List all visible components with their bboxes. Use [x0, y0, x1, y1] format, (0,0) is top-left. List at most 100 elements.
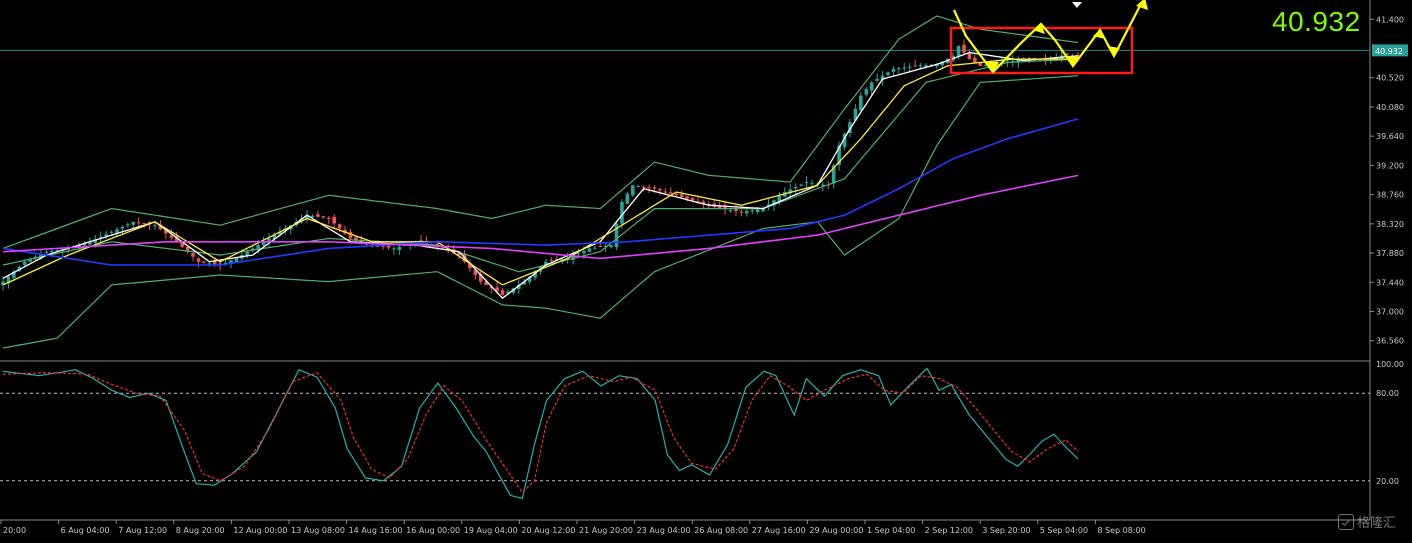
- time-tick-label: 19 Aug 04:00: [464, 526, 518, 535]
- time-tick-label: 12 Aug 00:00: [233, 526, 287, 535]
- candle-body: [126, 224, 130, 226]
- price-tick-label: 40.080: [1376, 103, 1404, 112]
- candle-body: [745, 211, 749, 214]
- candle-body: [44, 251, 49, 253]
- candle-body: [647, 187, 651, 189]
- time-tick-label: 23 Aug 04:00: [637, 526, 691, 535]
- time-tick-label: 13 Aug 08:00: [291, 526, 345, 535]
- candle-body: [793, 186, 798, 189]
- candle-body: [587, 248, 592, 252]
- time-tick-label: 1 Sep 04:00: [867, 526, 915, 535]
- time-tick-label: 20:00: [3, 526, 26, 535]
- time-tick-label: 7 Aug 12:00: [118, 526, 167, 535]
- price-tick-label: 38.320: [1376, 220, 1404, 229]
- price-tick-label: 37.000: [1376, 308, 1404, 317]
- time-tick-label: 14 Aug 16:00: [349, 526, 403, 535]
- price-tick-label: 36.560: [1376, 337, 1404, 346]
- candle-body: [641, 186, 646, 188]
- candle-body: [810, 182, 814, 184]
- chart-root: 41.400 40.932 40.520 40.080 39.640 39.200 38.7…: [0, 0, 1412, 539]
- candle-body: [50, 250, 54, 252]
- price-tick-label: 38.760: [1376, 191, 1404, 200]
- candle-body: [869, 82, 874, 91]
- candle-body: [679, 194, 684, 197]
- time-tick-label: 5 Sep 04:00: [1040, 526, 1088, 535]
- indicator-line-ma-fast: [2, 51, 1079, 300]
- candle-body: [973, 57, 977, 63]
- candle-body: [962, 44, 966, 53]
- candle-body: [663, 191, 668, 193]
- candle-body: [690, 197, 695, 201]
- candle-body: [576, 253, 581, 255]
- candle-body: [245, 251, 250, 256]
- candle-body: [956, 45, 961, 56]
- candle-body: [136, 222, 141, 224]
- time-tick-label: 21 Aug 20:00: [579, 526, 633, 535]
- candle-body: [859, 95, 863, 111]
- candle-body: [625, 193, 630, 204]
- price-tick-label: 39.200: [1376, 161, 1404, 170]
- watermark-text: 格隆汇: [1357, 516, 1397, 531]
- candle-body: [169, 235, 174, 238]
- top-marker-triangle: [1072, 2, 1082, 8]
- candle-body: [630, 185, 635, 196]
- candle-body: [500, 290, 505, 295]
- candle-body: [316, 214, 320, 217]
- candle-body: [636, 186, 641, 188]
- indicator-line-ma-slow: [2, 118, 1079, 266]
- price-tick-label: 41.400: [1376, 15, 1404, 24]
- current-price-label: 40.932: [1272, 6, 1361, 37]
- candle-body: [739, 211, 744, 213]
- candle-body: [332, 216, 336, 224]
- time-tick-label: 26 Aug 08:00: [694, 526, 748, 535]
- annotation-zigzag-path: [953, 1, 1143, 74]
- price-tick-label: 37.880: [1376, 249, 1404, 258]
- price-tick-label: 39.640: [1376, 132, 1404, 141]
- price-axis: 41.400 40.932 40.520 40.080 39.640 39.200 38.7…: [1370, 15, 1408, 346]
- time-axis: 20:00 6 Aug 04:00 7 Aug 12:00 8 Aug 20:00 12…: [0, 520, 1146, 535]
- oscillator-tick-label: 100.00: [1376, 360, 1404, 369]
- candle-body: [886, 72, 890, 75]
- candle-body: [598, 245, 603, 247]
- time-tick-label: 8 Sep 08:00: [1097, 526, 1145, 535]
- price-tick-label: 37.440: [1376, 278, 1404, 287]
- candle-body: [897, 68, 901, 70]
- time-tick-label: 8 Aug 20:00: [176, 526, 225, 535]
- candle-body: [22, 261, 27, 265]
- candle-body: [674, 193, 679, 196]
- watermark-icon: [1338, 514, 1354, 530]
- candle-body: [875, 79, 879, 81]
- candle-body: [755, 209, 760, 213]
- time-tick-label: 29 Aug 00:00: [809, 526, 863, 535]
- candle-body: [196, 258, 201, 262]
- candle-body: [202, 261, 206, 263]
- indicator-line-bollinger-middle: [2, 58, 1079, 273]
- oscillator-line-k: [2, 367, 1079, 500]
- candle-body: [337, 224, 342, 229]
- time-tick-label: 6 Aug 04:00: [61, 526, 110, 535]
- oscillator-tick-label: 20.00: [1376, 477, 1399, 486]
- candle-body: [804, 182, 809, 183]
- candle-body: [212, 261, 217, 265]
- watermark-logo: 格隆汇: [1338, 512, 1396, 531]
- candle-body: [918, 65, 923, 67]
- candle-body: [913, 65, 917, 67]
- candle-body: [131, 221, 136, 225]
- candle-body: [652, 187, 657, 189]
- candle-body: [109, 231, 114, 233]
- candle-body: [750, 210, 755, 212]
- candles: [1, 39, 1080, 296]
- candle-body: [397, 246, 402, 251]
- time-tick-label: 20 Aug 12:00: [521, 526, 575, 535]
- candle-body: [120, 226, 125, 229]
- price-tick-label: 40.520: [1376, 74, 1404, 83]
- indicator-line-bollinger-lower: [2, 75, 1079, 349]
- candle-body: [658, 188, 662, 191]
- candle-body: [592, 247, 597, 249]
- candle-body: [549, 259, 554, 261]
- candle-body: [392, 248, 396, 250]
- candle-body: [153, 225, 157, 227]
- time-tick-label: 16 Aug 00:00: [406, 526, 460, 535]
- candle-body: [386, 245, 391, 248]
- candle-body: [321, 216, 326, 218]
